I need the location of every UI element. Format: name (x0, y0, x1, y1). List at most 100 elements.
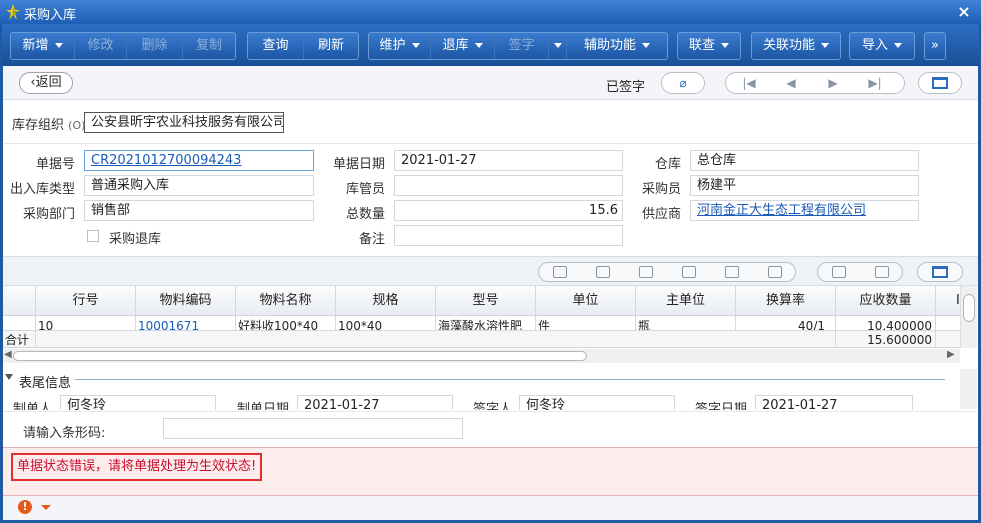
warehouse-label: 仓库 (654, 157, 681, 172)
sign-dropdown[interactable] (549, 33, 567, 59)
copy-row-icon[interactable] (682, 266, 696, 278)
column-header[interactable]: 主单位 (636, 286, 736, 315)
column-header[interactable]: 物料名称 (236, 286, 336, 315)
keeper-field[interactable] (394, 175, 623, 196)
more-group: » (924, 32, 946, 60)
section-divider (75, 379, 945, 380)
column-header[interactable]: 单位 (536, 286, 636, 315)
grid-view-buttons (817, 262, 903, 282)
window-icon (932, 266, 948, 278)
grid-horizontal-scrollbar[interactable]: ◀ ▶ (3, 349, 960, 363)
more-button[interactable]: » (925, 33, 945, 59)
total-qty-value: 15.600000 (836, 331, 936, 347)
delete-row-icon[interactable] (639, 266, 653, 278)
io-type-field[interactable]: 普通采购入库 (84, 175, 314, 196)
return-checkbox[interactable] (87, 230, 99, 242)
bill-no-label: 单据号 (35, 157, 75, 172)
return-stock-button[interactable]: 退库 (431, 33, 495, 59)
record-nav: |◀ ◀ ▶ ▶| (725, 72, 905, 94)
make-date-field[interactable]: 2021-01-27 (297, 395, 453, 410)
footer-info-section: 表尾信息 制单人 何冬玲 制单日期 2021-01-27 签字人 何冬玲 签字日… (3, 366, 963, 410)
back-button[interactable]: ‹返回 (19, 72, 73, 94)
scroll-left-icon[interactable]: ◀ (4, 349, 12, 360)
signer-field[interactable]: 何冬玲 (519, 395, 675, 410)
delete-button[interactable]: 删除 (127, 33, 183, 59)
last-record-icon[interactable]: ▶| (858, 73, 892, 93)
column-header[interactable]: 应收数量 (836, 286, 936, 315)
column-header[interactable]: 规格 (336, 286, 436, 315)
scroll-thumb[interactable] (963, 294, 975, 322)
bill-date-field[interactable]: 2021-01-27 (394, 150, 623, 171)
warning-icon[interactable]: ! (18, 500, 32, 514)
assist-button[interactable]: 辅助功能 (567, 33, 667, 59)
sign-button[interactable]: 签字 (495, 33, 549, 59)
scroll-right-icon[interactable]: ▶ (947, 349, 955, 360)
new-button[interactable]: 新增 (11, 33, 75, 59)
table-row[interactable]: 10 10001671 好料收100*40 100*40 海藻酸水溶性肥 件 瓶… (3, 316, 963, 330)
supplier-field[interactable]: 河南金正大生态工程有限公司 (690, 200, 919, 221)
error-panel: 单据状态错误，请将单据处理为生效状态! (3, 447, 978, 496)
row-cell: 40/1 (736, 316, 836, 330)
add-row-icon[interactable] (553, 266, 567, 278)
main-panel: ‹返回 已签字 ⌀ |◀ ◀ ▶ ▶| 库存组织 (O) 公安县昕宇农业科技服务… (3, 66, 978, 520)
chevron-down-icon[interactable] (41, 505, 51, 510)
paste-row-icon[interactable] (725, 266, 739, 278)
edit-group: 新增 修改 删除 复制 (10, 32, 236, 60)
insert-row-icon[interactable] (596, 266, 610, 278)
sort-icon[interactable] (832, 266, 846, 278)
column-header[interactable]: I (936, 286, 963, 315)
dept-label: 采购部门 (22, 207, 75, 222)
edit-button[interactable]: 修改 (75, 33, 127, 59)
first-record-icon[interactable]: |◀ (732, 73, 766, 93)
buyer-field[interactable]: 杨建平 (690, 175, 919, 196)
next-record-icon[interactable]: ▶ (816, 73, 850, 93)
linked-query-button[interactable]: 联查 (678, 33, 740, 59)
grid-vertical-scrollbar[interactable] (960, 286, 977, 348)
total-qty-field[interactable]: 15.6 (394, 200, 623, 221)
table-icon[interactable] (875, 266, 889, 278)
dept-field[interactable]: 销售部 (84, 200, 314, 221)
bill-no-field[interactable]: CR2021012700094243 (84, 150, 314, 171)
total-label: 合计 (3, 331, 36, 347)
chevron-down-icon (894, 43, 902, 48)
column-header[interactable]: 物料编码 (136, 286, 236, 315)
maintain-button[interactable]: 维护 (369, 33, 431, 59)
main-toolbar: 新增 修改 删除 复制 查询 刷新 维护 退库 签字 辅助功能 联查 关联功能 … (2, 24, 979, 66)
barcode-row: 请输入条形码: (3, 411, 978, 445)
prev-record-icon[interactable]: ◀ (774, 73, 808, 93)
column-header[interactable]: 行号 (36, 286, 136, 315)
paste-end-icon[interactable] (768, 266, 782, 278)
footer-scrollbar[interactable] (960, 369, 977, 409)
attachment-button[interactable]: ⌀ (661, 72, 705, 94)
copy-button[interactable]: 复制 (183, 33, 235, 59)
status-badge: 已签字 (606, 80, 646, 95)
column-header[interactable]: 型号 (436, 286, 536, 315)
sign-date-label: 签字日期 (695, 402, 748, 410)
refresh-button[interactable]: 刷新 (304, 33, 358, 59)
total-qty-label: 总数量 (345, 207, 385, 222)
column-header[interactable]: 换算率 (736, 286, 836, 315)
warehouse-field[interactable]: 总仓库 (690, 150, 919, 171)
chevron-down-icon (821, 43, 829, 48)
remark-field[interactable] (394, 225, 623, 246)
import-button[interactable]: 导入 (850, 33, 914, 59)
org-row: 库存组织 (O) 公安县昕宇农业科技服务有限公司 (3, 100, 978, 144)
close-button[interactable]: × (953, 2, 975, 22)
row-selector[interactable] (3, 316, 36, 330)
layout-toggle-button[interactable] (918, 72, 962, 94)
row-cell[interactable]: 10001671 (136, 316, 236, 330)
related-button[interactable]: 关联功能 (752, 33, 840, 59)
table-header: 行号 物料编码 物料名称 规格 型号 单位 主单位 换算率 应收数量 I (3, 286, 963, 316)
related-group: 关联功能 (751, 32, 841, 60)
io-type-label: 出入库类型 (9, 182, 75, 197)
org-field[interactable]: 公安县昕宇农业科技服务有限公司 (84, 112, 284, 133)
make-date-label: 制单日期 (237, 402, 290, 410)
collapse-icon[interactable] (5, 374, 13, 380)
barcode-input[interactable] (163, 418, 463, 439)
query-button[interactable]: 查询 (248, 33, 304, 59)
title-bar: 采购入库 × (0, 0, 981, 24)
maker-field[interactable]: 何冬玲 (60, 395, 216, 410)
scroll-thumb[interactable] (13, 351, 587, 361)
grid-layout-button[interactable] (917, 262, 963, 282)
sign-date-field[interactable]: 2021-01-27 (755, 395, 913, 410)
